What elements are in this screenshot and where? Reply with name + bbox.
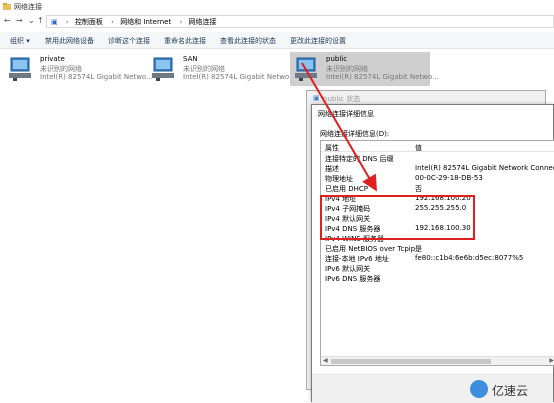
details-list-label: 网络连接详细信息(D): [320, 130, 390, 138]
details-dialog-title: 网络连接详细信息 [318, 110, 374, 118]
details-row[interactable]: 连接-本地 IPv6 地址 fe80::c1b4:6e6b:d5ec:8077%5 [321, 253, 554, 263]
details-row[interactable]: 已启用 NetBIOS over Tcpip 是 [321, 243, 554, 253]
breadcrumb-separator-icon: › [179, 18, 183, 26]
adapter-private[interactable]: private 未识别的网络 Intel(R) 82574L Gigabit N… [4, 52, 153, 86]
adapter-public[interactable]: public 未识别的网络 Intel(R) 82574L Gigabit Ne… [290, 52, 439, 86]
details-row[interactable]: IPv6 DNS 服务器 [321, 273, 554, 283]
details-row[interactable]: 已启用 DHCP 否 [321, 183, 554, 193]
watermark: 亿速云 [470, 380, 552, 398]
details-list-header: 属性 值 [321, 141, 554, 152]
adapter-device: Intel(R) 82574L Gigabit Netwo... [183, 73, 296, 81]
highlight-box [320, 195, 475, 240]
address-input[interactable]: ▣ › 控制面板 › 网络和 Internet › 网络连接 [46, 15, 554, 28]
breadcrumb-network-internet[interactable]: 网络和 Internet [120, 18, 171, 26]
address-bar: ← → ⌄ ↑ ▣ › 控制面板 › 网络和 Internet › 网络连接 [0, 13, 554, 30]
adapter-name: private [40, 55, 65, 63]
breadcrumb-separator-icon: › [65, 18, 69, 26]
command-toolbar: 组织 ▾ 禁用此网络设备 诊断这个连接 重命名此连接 查看此连接的状态 更改此连… [0, 32, 554, 49]
up-arrow-icon[interactable]: ↑ [37, 16, 44, 25]
details-row[interactable]: 物理地址 00-0C-29-18-DB-53 [321, 173, 554, 183]
breadcrumb-control-panel[interactable]: 控制面板 [75, 18, 103, 26]
window-titlebar: 网络连接 [0, 0, 554, 13]
breadcrumb-separator-icon: › [111, 18, 114, 26]
watermark-logo-icon [470, 380, 488, 398]
diagnose-button[interactable]: 诊断这个连接 [108, 36, 150, 46]
rename-button[interactable]: 重命名此连接 [164, 36, 206, 46]
recent-dropdown-icon[interactable]: ⌄ [28, 16, 35, 25]
horizontal-scrollbar[interactable]: ◀ ▶ [321, 356, 554, 365]
details-row[interactable]: IPv6 默认网关 [321, 263, 554, 273]
organize-menu[interactable]: 组织 ▾ [10, 36, 30, 46]
network-adapter-icon [152, 57, 174, 81]
column-value[interactable]: 值 [415, 143, 422, 153]
status-window-title: public 状态 [323, 95, 361, 103]
adapter-san[interactable]: SAN 未识别的网络 Intel(R) 82574L Gigabit Netwo… [147, 52, 296, 86]
control-panel-small-icon: ▣ [51, 18, 58, 26]
window-title: 网络连接 [14, 3, 42, 11]
adapter-name: public [326, 55, 348, 63]
network-adapter-icon [295, 57, 317, 81]
forward-arrow-icon[interactable]: → [16, 16, 23, 25]
network-adapter-icon [9, 57, 31, 81]
adapter-device: Intel(R) 82574L Gigabit Netwo... [326, 73, 439, 81]
scroll-left-icon[interactable]: ◀ [323, 357, 328, 364]
details-row[interactable]: 连接特定的 DNS 后缀 [321, 153, 554, 163]
breadcrumb-network-connections[interactable]: 网络连接 [189, 18, 217, 26]
watermark-text: 亿速云 [492, 384, 529, 398]
disable-device-button[interactable]: 禁用此网络设备 [45, 36, 94, 46]
scrollbar-thumb[interactable] [331, 359, 491, 364]
details-dialog: 网络连接详细信息 网络连接详细信息(D): 属性 值 连接特定的 DNS 后缀 … [311, 104, 554, 403]
adapter-device: Intel(R) 82574L Gigabit Netwo... [40, 73, 153, 81]
adapter-name: SAN [183, 55, 198, 63]
back-arrow-icon[interactable]: ← [4, 16, 11, 25]
details-row[interactable]: 描述 Intel(R) 82574L Gigabit Network Connec… [321, 163, 554, 173]
column-property[interactable]: 属性 [325, 143, 339, 153]
view-status-button[interactable]: 查看此连接的状态 [220, 36, 276, 46]
scroll-right-icon[interactable]: ▶ [549, 357, 554, 364]
change-settings-button[interactable]: 更改此连接的设置 [290, 36, 346, 46]
network-folder-icon [3, 3, 11, 10]
status-icon: ▣ [313, 94, 320, 102]
details-list[interactable]: 属性 值 连接特定的 DNS 后缀 描述 Intel(R) 82574L Giga… [320, 140, 554, 366]
